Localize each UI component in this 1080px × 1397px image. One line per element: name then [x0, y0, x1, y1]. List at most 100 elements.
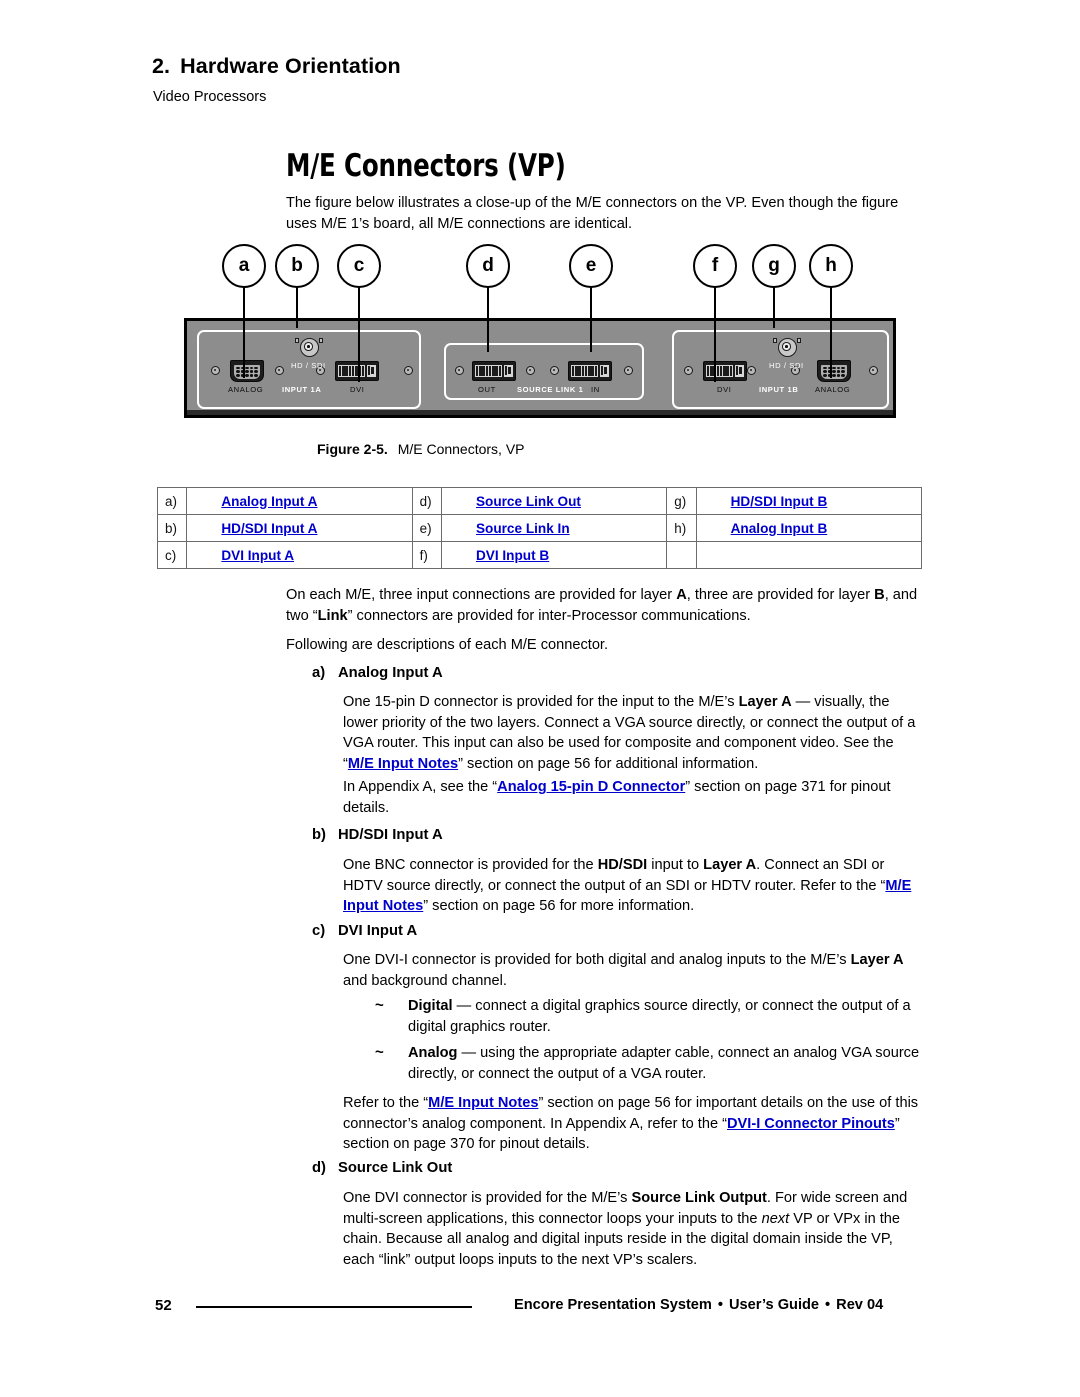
c-p1-t2: and background channel. — [343, 972, 507, 989]
item-marker-d: d) — [312, 1160, 326, 1176]
table-row: c) DVI Input A f) DVI Input B — [156, 541, 923, 569]
callout-g: g — [752, 244, 796, 288]
link-me-input-notes-c[interactable]: M/E Input Notes — [428, 1095, 538, 1111]
link-analog-input-a[interactable]: Analog Input A — [221, 494, 317, 509]
legend-value-a: Analog Input A — [186, 487, 413, 515]
label-source-link-in: IN — [591, 385, 600, 394]
screw-a4 — [404, 366, 413, 375]
bullet-digital-label: Digital — [408, 998, 453, 1014]
c-p1-b1: Layer A — [850, 952, 904, 968]
item-a-paragraph-2: In Appendix A, see the “Analog 15-pin D … — [343, 777, 923, 818]
screw-m2 — [526, 366, 535, 375]
label-hdsdi-a: HD / SDI — [291, 361, 326, 370]
link-dvi-input-a[interactable]: DVI Input A — [221, 548, 294, 563]
bnc-ear-b-left — [773, 338, 777, 343]
item-heading-b: b) HD/SDI Input A — [312, 827, 443, 843]
chapter-subtitle: Video Processors — [153, 89, 267, 105]
item-marker-c: c) — [312, 923, 326, 939]
label-source-link-out: OUT — [478, 385, 496, 394]
table-row: a) Analog Input A d) Source Link Out g) … — [156, 487, 923, 515]
legend-value-f: DVI Input B — [440, 541, 668, 569]
label-analog-b: ANALOG — [815, 385, 851, 394]
leader-line-h — [829, 286, 833, 378]
screw-b1 — [684, 366, 693, 375]
figure-me-connectors: a b c d e f g h ANALOG HD / SDI INPUT 1A… — [180, 242, 900, 422]
bullet-marker-analog: ~ — [375, 1044, 384, 1061]
bullet-digital-text: — connect a digital graphics source dire… — [408, 998, 911, 1035]
label-dvi-a: DVI — [350, 385, 365, 394]
footer-rule — [196, 1306, 472, 1308]
item-c-bullet-digital: ~ Digital — connect a digital graphics s… — [375, 996, 924, 1037]
document-page: 2. Hardware Orientation Video Processors … — [0, 0, 1080, 1397]
screw-b2 — [747, 366, 756, 375]
chapter-title: 2. Hardware Orientation — [152, 54, 401, 79]
a-p1-t3: ” section on page 56 for additional info… — [458, 755, 759, 772]
item-c-paragraph-1: One DVI-I connector is provided for both… — [343, 950, 923, 991]
screw-m1 — [455, 366, 464, 375]
screw-a2 — [275, 366, 284, 375]
bullet-marker-digital: ~ — [375, 997, 384, 1014]
a-p1-b1: Layer A — [738, 694, 792, 710]
leader-line-f — [713, 286, 717, 382]
figure-caption-label: Figure 2-5. — [317, 441, 388, 457]
link-source-link-in[interactable]: Source Link In — [476, 521, 570, 536]
connector-source-link-in — [568, 361, 612, 381]
chapter-title-text: Hardware Orientation — [180, 54, 401, 78]
b-p1-t4: ” section on page 56 for more informatio… — [423, 898, 695, 915]
leader-line-a — [242, 286, 246, 378]
item-marker-b: b) — [312, 827, 326, 843]
item-b-paragraph-1: One BNC connector is provided for the HD… — [343, 855, 923, 917]
figure-caption-text: M/E Connectors, VP — [397, 441, 525, 457]
bullet-analog-label: Analog — [408, 1045, 458, 1061]
item-c-paragraph-2: Refer to the “M/E Input Notes” section o… — [343, 1093, 923, 1155]
connector-source-link-out — [472, 361, 516, 381]
link-hdsdi-input-b[interactable]: HD/SDI Input B — [731, 494, 828, 509]
chassis-bottom-edge — [187, 410, 893, 415]
bullet-analog-text: — using the appropriate adapter cable, c… — [408, 1045, 920, 1082]
overview-paragraph-1: On each M/E, three input connections are… — [286, 585, 918, 626]
leader-line-b — [295, 286, 299, 328]
item-heading-c: c) DVI Input A — [312, 923, 417, 939]
link-source-link-out[interactable]: Source Link Out — [476, 494, 581, 509]
overview-b2: B — [874, 587, 885, 603]
a-p2-t1: In Appendix A, see the “ — [343, 779, 498, 795]
label-group-input-1b: INPUT 1B — [759, 385, 799, 394]
link-dvi-i-connector-pinouts[interactable]: DVI-I Connector Pinouts — [727, 1116, 895, 1132]
footer-separator-1: • — [717, 1297, 724, 1313]
screw-m4 — [624, 366, 633, 375]
connector-hdsdi-input-a — [300, 338, 319, 357]
section-heading: M/E Connectors (VP) — [286, 148, 566, 184]
overview-t1: On each M/E, three input connections are… — [286, 587, 677, 603]
link-me-input-notes-a[interactable]: M/E Input Notes — [348, 756, 458, 772]
screw-b4 — [869, 366, 878, 375]
footer-guide: User’s Guide — [729, 1297, 820, 1313]
legend-value-c: DVI Input A — [186, 541, 413, 569]
figure-caption: Figure 2-5. M/E Connectors, VP — [317, 441, 525, 457]
leader-line-c — [357, 286, 361, 382]
leader-line-g — [772, 286, 776, 328]
label-group-source-link-1: SOURCE LINK 1 — [517, 385, 584, 394]
link-analog-input-b[interactable]: Analog Input B — [731, 521, 828, 536]
link-hdsdi-input-a[interactable]: HD/SDI Input A — [221, 521, 317, 536]
callout-a: a — [222, 244, 266, 288]
c-p1-t1: One DVI-I connector is provided for both… — [343, 952, 851, 968]
a-p1-t1: One 15-pin D connector is provided for t… — [343, 694, 739, 710]
callout-b: b — [275, 244, 319, 288]
overview-m3: ” connectors are provided for inter-Proc… — [347, 607, 751, 624]
legend-key-c: c) — [156, 541, 188, 569]
chassis-body: ANALOG HD / SDI INPUT 1A DVI OUT SOURCE … — [184, 318, 896, 418]
chapter-number: 2. — [152, 54, 171, 78]
link-dvi-input-b[interactable]: DVI Input B — [476, 548, 549, 563]
item-a-paragraph-1: One 15-pin D connector is provided for t… — [343, 692, 923, 774]
label-hdsdi-b: HD / SDI — [769, 361, 804, 370]
legend-key-empty — [666, 541, 697, 569]
footer-separator-2: • — [825, 1297, 831, 1313]
b-p1-t1: One BNC connector is provided for the — [343, 857, 598, 873]
footer-page-number: 52 — [155, 1297, 172, 1314]
overview-b1: A — [676, 587, 687, 603]
item-heading-d: d) Source Link Out — [312, 1160, 452, 1176]
bnc-ear-a-left — [295, 338, 299, 343]
link-analog-15-pin-d-connector[interactable]: Analog 15-pin D Connector — [497, 779, 685, 795]
section-intro-paragraph: The figure below illustrates a close-up … — [286, 195, 899, 232]
b-p1-b2: Layer A — [703, 857, 757, 873]
